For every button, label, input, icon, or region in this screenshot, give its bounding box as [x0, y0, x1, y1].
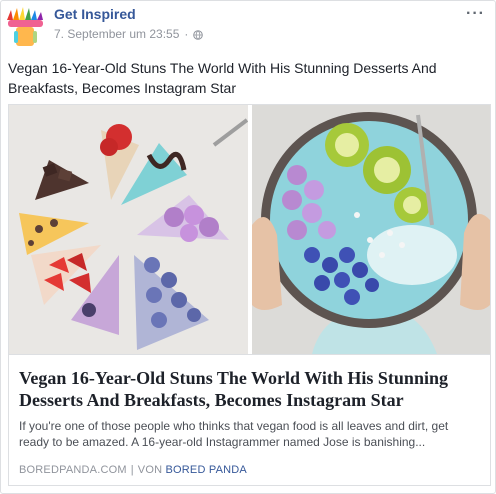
source-separator: |	[130, 464, 134, 476]
post-meta: 7. September um 23:55 ·	[54, 27, 204, 41]
post-timestamp[interactable]: 7. September um 23:55	[54, 27, 179, 41]
link-description: If you're one of those people who thinks…	[19, 419, 449, 449]
facebook-post: Get Inspired 7. September um 23:55 · ···…	[0, 0, 496, 494]
link-source: BOREDPANDA.COM | VON BORED PANDA	[19, 464, 247, 476]
post-message: Vegan 16-Year-Old Stuns The World With H…	[8, 60, 437, 96]
more-options-button[interactable]: ···	[466, 5, 485, 23]
link-domain: BOREDPANDA.COM	[19, 464, 127, 476]
author-link[interactable]: BORED PANDA	[166, 464, 247, 476]
meta-separator: ·	[184, 27, 189, 41]
link-preview-card[interactable]: Vegan 16-Year-Old Stuns The World With H…	[8, 104, 491, 486]
by-prefix: VON	[137, 464, 163, 476]
cheesecake-slices-image[interactable]	[9, 105, 249, 354]
smoothie-bowl-image[interactable]	[252, 105, 490, 354]
link-title[interactable]: Vegan 16-Year-Old Stuns The World With H…	[19, 367, 480, 411]
page-name-link[interactable]: Get Inspired	[54, 6, 136, 22]
page-avatar[interactable]	[4, 4, 46, 46]
post-header: Get Inspired 7. September um 23:55 · ···	[1, 1, 495, 49]
link-preview-images[interactable]	[9, 105, 490, 354]
globe-icon[interactable]	[193, 29, 204, 40]
link-preview-body[interactable]: Vegan 16-Year-Old Stuns The World With H…	[9, 354, 490, 485]
